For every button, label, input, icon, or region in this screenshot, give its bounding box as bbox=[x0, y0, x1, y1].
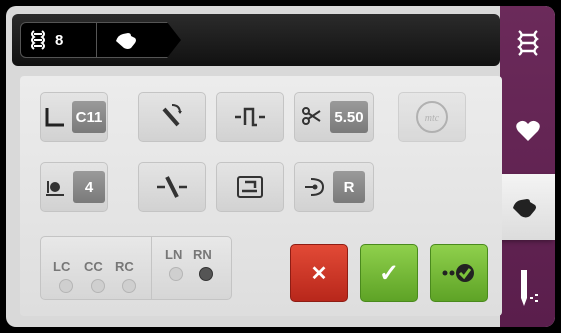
sewing-screen: 8 C11 5.50 mtc 4 R LC CC RC LN RN ✕ ✓ bbox=[6, 6, 555, 327]
header-bar: 8 bbox=[12, 14, 500, 66]
close-icon: ✕ bbox=[310, 262, 328, 285]
confirm-button[interactable]: ✓ bbox=[360, 244, 418, 302]
tab-stitches[interactable] bbox=[500, 14, 555, 74]
cc-led bbox=[91, 279, 105, 293]
stitch-icon bbox=[31, 30, 45, 50]
thread-path-icon bbox=[235, 107, 265, 127]
settings-panel: C11 5.50 mtc 4 R LC CC RC LN RN ✕ ✓ bbox=[20, 76, 502, 316]
needle-stop-value: R bbox=[333, 171, 365, 203]
confirm-and-continue-button[interactable] bbox=[430, 244, 488, 302]
hand-icon bbox=[116, 33, 136, 49]
divider bbox=[151, 237, 152, 299]
mtc-control[interactable]: mtc bbox=[398, 92, 466, 142]
stitch-width-control[interactable]: 5.50 bbox=[294, 92, 374, 142]
hand-icon bbox=[512, 199, 536, 218]
tension-value: 4 bbox=[73, 171, 105, 203]
presser-foot-icon bbox=[162, 104, 182, 127]
tab-needle[interactable] bbox=[500, 258, 555, 318]
rn-label: RN bbox=[193, 247, 212, 262]
lc-label: LC bbox=[53, 259, 71, 274]
stitch-icon bbox=[516, 30, 539, 56]
ln-led bbox=[169, 267, 183, 281]
heart-icon bbox=[515, 120, 540, 141]
thread-cut-control[interactable] bbox=[216, 92, 284, 142]
breadcrumb-mode[interactable] bbox=[96, 22, 181, 58]
needle-thread-icon bbox=[157, 176, 187, 198]
needle-icon bbox=[520, 270, 538, 306]
pattern-control[interactable] bbox=[216, 162, 284, 212]
scissors-icon bbox=[302, 107, 321, 125]
cc-label: CC bbox=[84, 259, 103, 274]
lc-led bbox=[59, 279, 73, 293]
stitch-length-control[interactable]: C11 bbox=[40, 92, 108, 142]
rn-led bbox=[199, 267, 213, 281]
rc-led bbox=[122, 279, 136, 293]
tension-icon bbox=[46, 181, 64, 196]
light-indicators: LC CC RC LN RN bbox=[40, 236, 232, 300]
mtc-icon: mtc bbox=[416, 101, 448, 133]
check-icon: ✓ bbox=[378, 259, 400, 287]
pattern-icon bbox=[237, 176, 263, 198]
needle-stop-control[interactable]: R bbox=[294, 162, 374, 212]
cancel-button[interactable]: ✕ bbox=[290, 244, 348, 302]
mtc-label: mtc bbox=[425, 113, 440, 124]
ln-label: LN bbox=[165, 247, 183, 262]
foot-icon bbox=[45, 108, 64, 127]
needle-thread-control[interactable] bbox=[138, 162, 206, 212]
stitch-width-value: 5.50 bbox=[330, 101, 368, 133]
stitch-length-value: C11 bbox=[71, 101, 107, 133]
dots-check-icon bbox=[442, 264, 474, 282]
breadcrumb-stitch[interactable]: 8 bbox=[20, 22, 97, 58]
rc-label: RC bbox=[115, 259, 134, 274]
needle-stop-icon bbox=[305, 178, 325, 196]
stitch-number: 8 bbox=[55, 31, 64, 49]
category-tabs bbox=[492, 6, 555, 327]
tab-favorites[interactable] bbox=[500, 101, 555, 161]
presser-foot-lift-control[interactable] bbox=[138, 92, 206, 142]
thread-tension-control[interactable]: 4 bbox=[40, 162, 108, 212]
